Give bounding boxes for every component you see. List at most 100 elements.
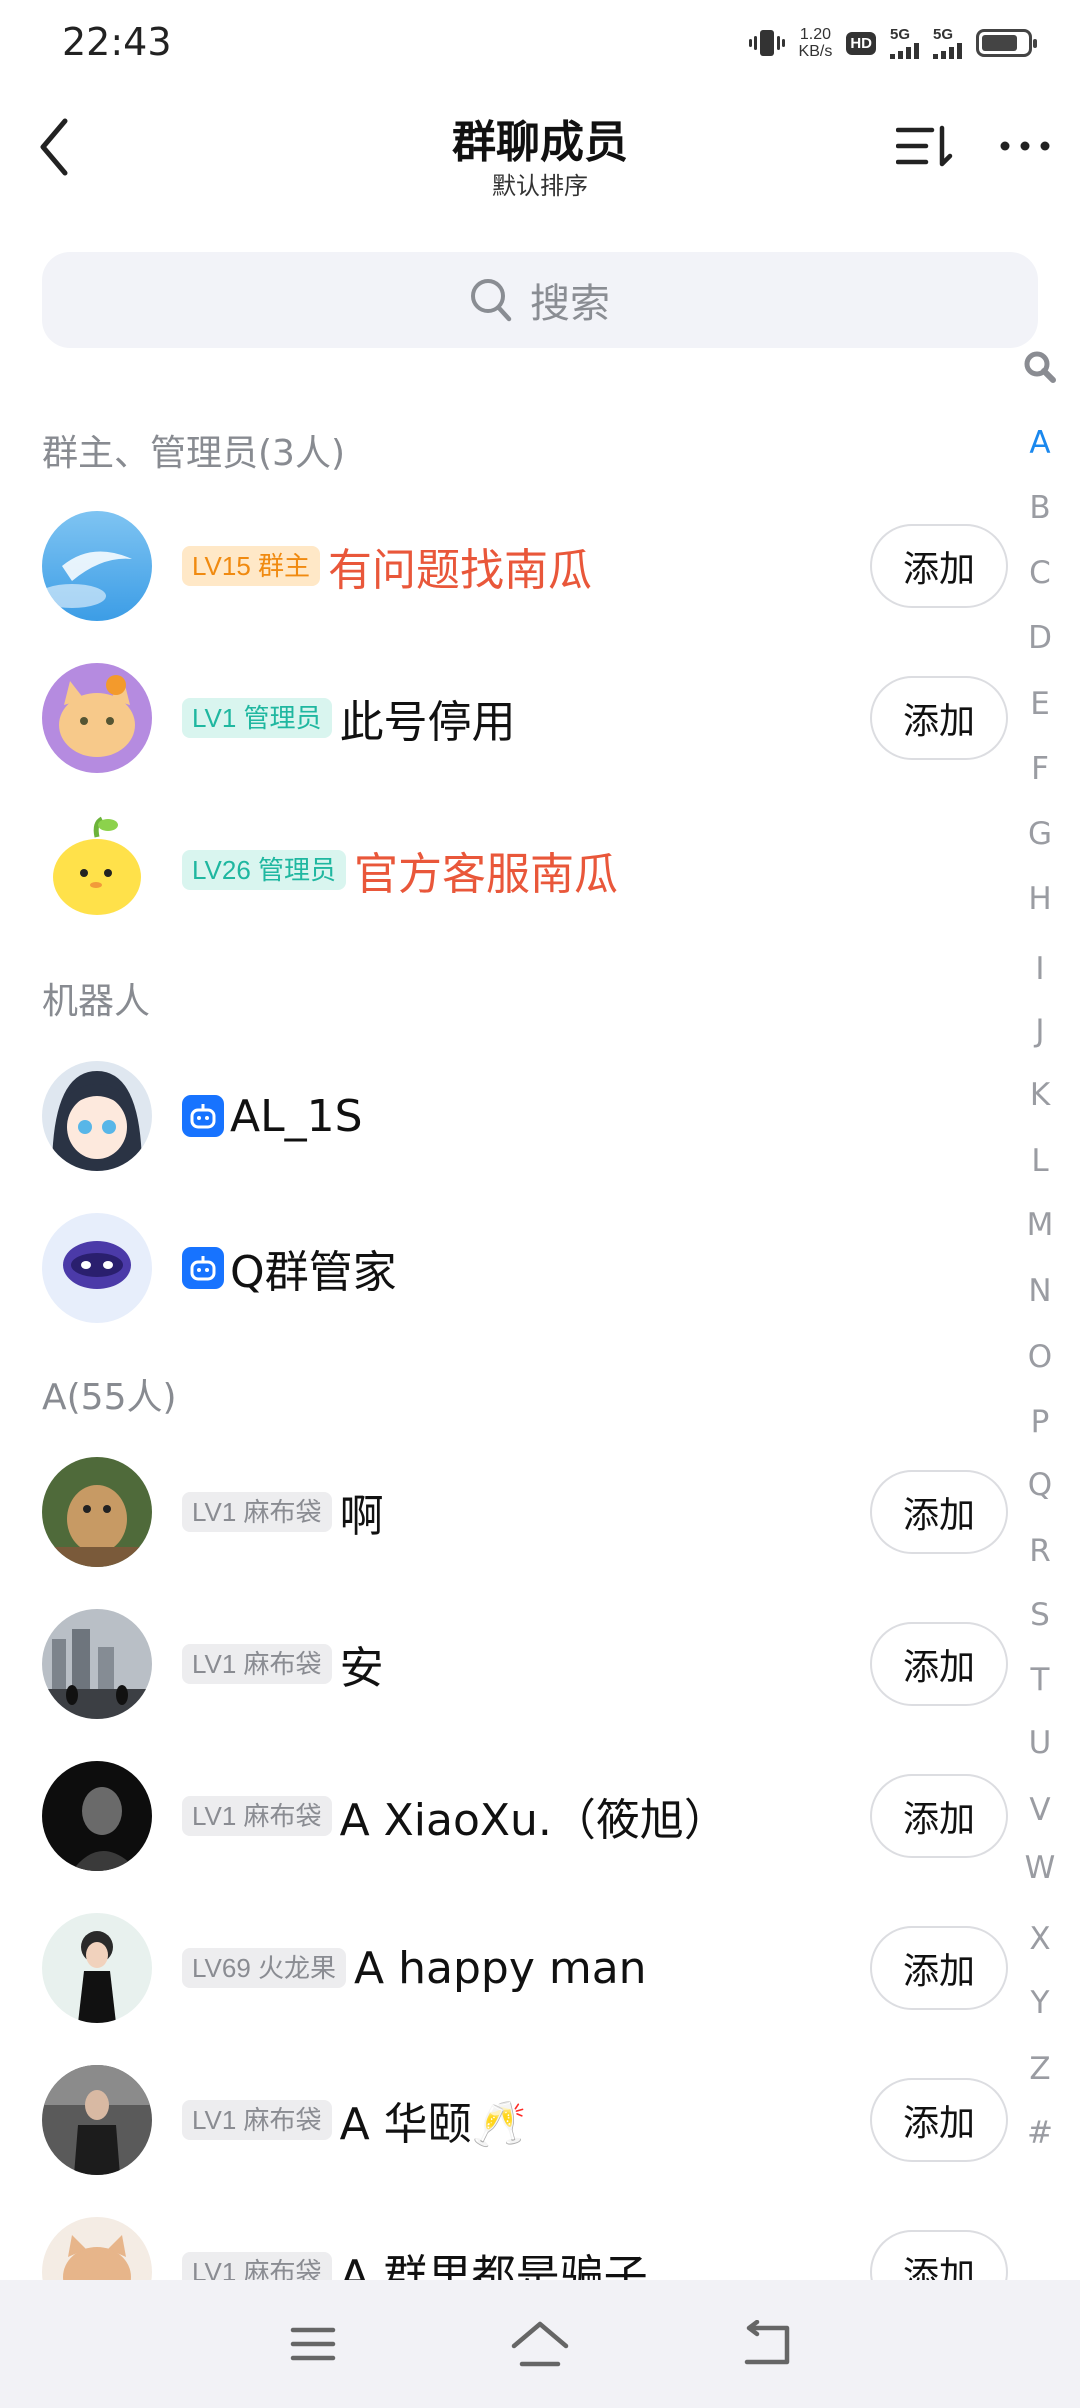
anime-avatar-image	[42, 1061, 152, 1171]
member-info: LV1 管理员 此号停用	[182, 642, 516, 794]
status-time: 22:43	[62, 20, 172, 64]
portrait-avatar-image	[42, 1761, 152, 1871]
menu-nav-button[interactable]	[273, 2304, 353, 2384]
bot-name: AL_1S	[230, 1090, 363, 1142]
back-nav-button[interactable]	[727, 2304, 807, 2384]
avatar[interactable]	[42, 2065, 152, 2175]
index-letter-y[interactable]: Y	[1010, 1983, 1070, 2023]
index-letter-o[interactable]: O	[1010, 1337, 1070, 1377]
index-letter-b[interactable]: B	[1010, 488, 1070, 528]
network-speed: 1.20 KB/s	[798, 26, 833, 60]
add-friend-button[interactable]: 添加	[870, 1470, 1008, 1554]
avatar[interactable]	[42, 815, 152, 925]
search-input[interactable]: 搜索	[42, 252, 1038, 348]
level-badge: LV1 麻布袋	[182, 1644, 332, 1684]
battery-level	[982, 35, 1017, 51]
index-letter-p[interactable]: P	[1010, 1402, 1070, 1442]
index-letter-m[interactable]: M	[1010, 1205, 1070, 1245]
system-nav-bar	[0, 2280, 1080, 2408]
index-letter-c[interactable]: C	[1010, 553, 1070, 593]
avatar[interactable]	[42, 1913, 152, 2023]
bot-row[interactable]: Q群管家	[0, 1192, 1010, 1344]
index-letter-l[interactable]: L	[1010, 1141, 1070, 1181]
menu-icon	[291, 2327, 336, 2361]
member-info: LV1 麻布袋 A 华颐🥂	[182, 2044, 526, 2196]
index-letter-h[interactable]: H	[1010, 879, 1070, 919]
member-info: LV26 管理员 官方客服南瓜	[182, 794, 618, 946]
vibrate-icon	[748, 30, 785, 56]
qgroup-bot-avatar-image	[42, 1213, 152, 1323]
index-letter-q[interactable]: Q	[1010, 1465, 1070, 1505]
signal-icon-sim2: 5G	[933, 27, 962, 59]
index-letter-s[interactable]: S	[1010, 1595, 1070, 1635]
more-button[interactable]	[990, 116, 1060, 176]
index-letter-t[interactable]: T	[1010, 1660, 1070, 1700]
index-letter-i[interactable]: I	[1010, 949, 1070, 989]
index-letter-e[interactable]: E	[1010, 684, 1070, 724]
more-icon	[1000, 141, 1050, 151]
member-name: 安	[339, 1643, 384, 1694]
member-row[interactable]: LV69 火龙果 A happy man 添加	[0, 1892, 1010, 2044]
add-friend-button[interactable]: 添加	[870, 676, 1008, 760]
member-name: 官方客服南瓜	[354, 849, 619, 900]
avatar[interactable]	[42, 1761, 152, 1871]
avatar[interactable]	[42, 1457, 152, 1567]
add-friend-button[interactable]: 添加	[870, 1774, 1008, 1858]
index-letter-f[interactable]: F	[1010, 749, 1070, 789]
add-friend-button[interactable]: 添加	[870, 2078, 1008, 2162]
index-letter-g[interactable]: G	[1010, 814, 1070, 854]
index-search-icon[interactable]	[1018, 345, 1062, 389]
level-badge: LV15 群主	[182, 546, 321, 586]
index-letter-u[interactable]: U	[1010, 1723, 1070, 1763]
status-icons: 1.20 KB/s HD 5G 5G	[748, 20, 1037, 66]
bot-row[interactable]: AL_1S	[0, 1040, 1010, 1192]
member-row[interactable]: LV1 麻布袋 A XiaoXu.（筱旭） 添加	[0, 1740, 1010, 1892]
member-row[interactable]: LV1 管理员 此号停用 添加	[0, 642, 1010, 794]
avatar[interactable]	[42, 1061, 152, 1171]
index-letter-x[interactable]: X	[1010, 1919, 1070, 1959]
index-bar[interactable]: A B C D E F G H I J K L M N O P Q R S T …	[1010, 345, 1070, 2151]
member-row[interactable]: LV15 群主 有问题找南瓜 添加	[0, 490, 1010, 642]
member-name: A XiaoXu.（筱旭）	[339, 1795, 728, 1846]
member-name: A happy man	[354, 1942, 647, 1994]
home-icon	[511, 2321, 569, 2367]
index-letter-z[interactable]: Z	[1010, 2049, 1070, 2089]
index-letter-d[interactable]: D	[1010, 618, 1070, 658]
cat-photo-avatar-image	[42, 1457, 152, 1567]
member-row[interactable]: LV1 麻布袋 安 添加	[0, 1588, 1010, 1740]
cat-avatar-image	[42, 663, 152, 773]
add-friend-button[interactable]: 添加	[870, 1622, 1008, 1706]
member-info: Q群管家	[182, 1192, 397, 1344]
add-friend-button[interactable]: 添加	[870, 1926, 1008, 2010]
avatar[interactable]	[42, 1213, 152, 1323]
index-letter-w[interactable]: W	[1010, 1848, 1070, 1888]
bot-name: Q群管家	[230, 1247, 397, 1298]
section-header-a: A(55人)	[42, 1377, 177, 1418]
avatar[interactable]	[42, 663, 152, 773]
index-letter-r[interactable]: R	[1010, 1531, 1070, 1571]
member-row[interactable]: LV1 麻布袋 A 华颐🥂 添加	[0, 2044, 1010, 2196]
pumpkin-avatar-image	[42, 815, 152, 925]
avatar[interactable]	[42, 1609, 152, 1719]
level-badge: LV69 火龙果	[182, 1948, 347, 1988]
index-letter-j[interactable]: J	[1010, 1011, 1070, 1051]
avatar[interactable]	[42, 511, 152, 621]
sort-button[interactable]	[890, 116, 960, 176]
search-icon	[471, 279, 512, 322]
index-letter-v[interactable]: V	[1010, 1790, 1070, 1830]
index-letter-a[interactable]: A	[1010, 423, 1070, 463]
index-letter-n[interactable]: N	[1010, 1271, 1070, 1311]
level-badge: LV1 麻布袋	[182, 1796, 332, 1836]
add-friend-button[interactable]: 添加	[870, 524, 1008, 608]
member-info: LV69 火龙果 A happy man	[182, 1892, 647, 2044]
member-name: 啊	[339, 1491, 384, 1542]
index-letter-k[interactable]: K	[1010, 1075, 1070, 1115]
city-photo-avatar-image	[42, 1609, 152, 1719]
title-bar: 群聊成员 默认排序	[0, 86, 1080, 216]
home-nav-button[interactable]	[500, 2304, 580, 2384]
member-row[interactable]: LV26 管理员 官方客服南瓜	[0, 794, 1010, 946]
status-bar: 22:43 1.20 KB/s HD 5G 5G	[0, 0, 1080, 86]
member-row[interactable]: LV1 麻布袋 啊 添加	[0, 1436, 1010, 1588]
member-info: LV15 群主 有问题找南瓜	[182, 490, 592, 642]
index-letter-hash[interactable]: #	[1010, 2113, 1070, 2153]
